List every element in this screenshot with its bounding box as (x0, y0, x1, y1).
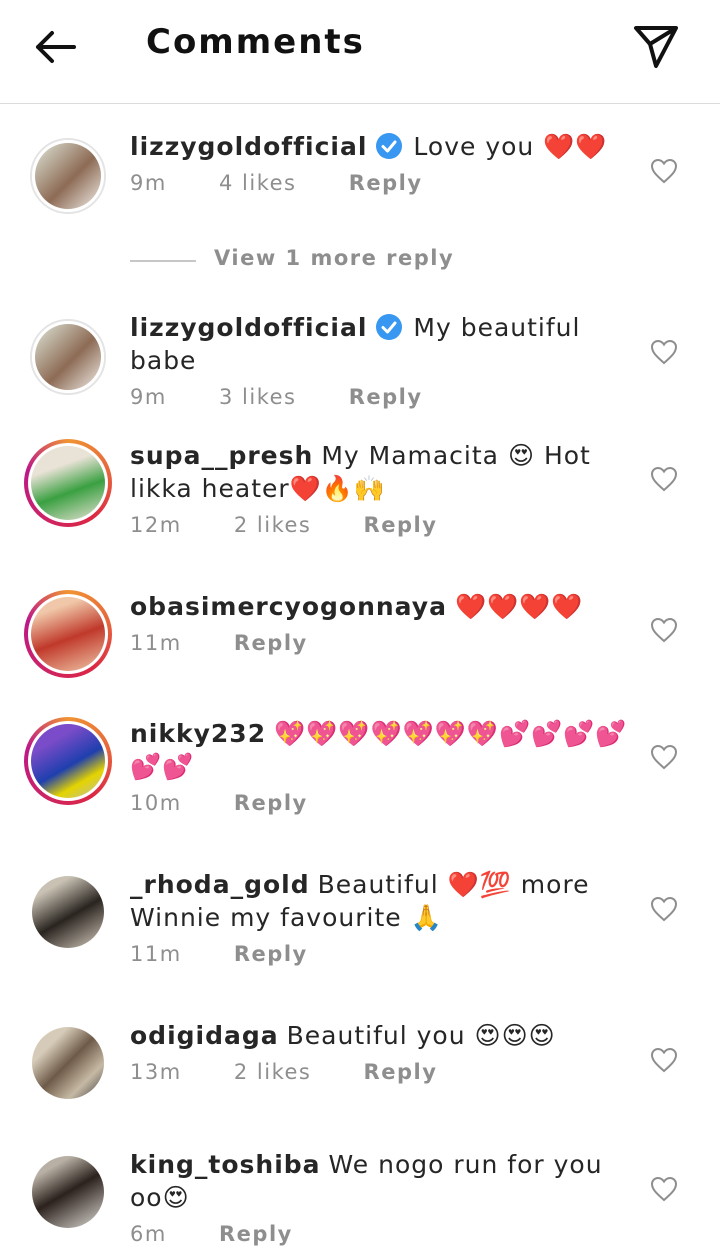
comment-time: 9m (130, 171, 167, 195)
reply-button[interactable]: Reply (349, 385, 423, 409)
username[interactable]: supa__presh (130, 441, 313, 470)
username[interactable]: odigidaga (130, 1021, 279, 1050)
avatar[interactable] (32, 1027, 104, 1099)
username[interactable]: lizzygoldofficial (130, 313, 367, 342)
reply-button[interactable]: Reply (234, 631, 308, 655)
username[interactable]: nikky232 (130, 719, 266, 748)
comment-time: 10m (130, 791, 182, 815)
like-heart-icon[interactable] (650, 158, 678, 184)
like-heart-icon[interactable] (650, 339, 678, 365)
avatar[interactable] (24, 439, 112, 527)
comment-time: 12m (130, 513, 182, 537)
avatar[interactable] (32, 876, 104, 948)
reply-button[interactable]: Reply (234, 791, 308, 815)
top-bar: Comments (0, 0, 720, 104)
avatar[interactable] (32, 1156, 104, 1228)
share-button[interactable] (628, 20, 684, 72)
username[interactable]: king_toshiba (130, 1150, 321, 1179)
reply-button[interactable]: Reply (219, 1222, 293, 1246)
view-more-replies-label: View 1 more reply (214, 246, 455, 270)
verified-badge-icon (376, 133, 403, 159)
arrow-left-icon (36, 31, 76, 63)
view-more-replies[interactable]: View 1 more reply (130, 246, 454, 270)
like-heart-icon[interactable] (650, 744, 678, 770)
divider-line (130, 259, 196, 262)
like-heart-icon[interactable] (650, 896, 678, 922)
like-heart-icon[interactable] (650, 1176, 678, 1202)
comment-time: 9m (130, 385, 167, 409)
avatar[interactable] (24, 590, 112, 678)
comment-text: Beautiful you 😍😍😍 (286, 1021, 556, 1050)
username[interactable]: lizzygoldofficial (130, 132, 367, 161)
page-title: Comments (146, 22, 365, 62)
avatar[interactable] (30, 319, 106, 395)
reply-button[interactable]: Reply (364, 1060, 438, 1084)
comment-time: 13m (130, 1060, 182, 1084)
comment-text: ❤️❤️❤️❤️ (454, 592, 584, 621)
comment-likes[interactable]: 2 likes (234, 1060, 311, 1084)
avatar[interactable] (24, 717, 112, 805)
like-heart-icon[interactable] (650, 466, 678, 492)
avatar[interactable] (30, 138, 106, 214)
paper-plane-icon (634, 26, 678, 68)
verified-badge-icon (376, 314, 403, 340)
comment-likes[interactable]: 2 likes (234, 513, 311, 537)
username[interactable]: _rhoda_gold (130, 870, 310, 899)
like-heart-icon[interactable] (650, 1047, 678, 1073)
back-button[interactable] (28, 24, 84, 70)
like-heart-icon[interactable] (650, 617, 678, 643)
comment-time: 11m (130, 942, 182, 966)
comment-likes[interactable]: 4 likes (219, 171, 296, 195)
comment-time: 6m (130, 1222, 167, 1246)
reply-button[interactable]: Reply (364, 513, 438, 537)
reply-button[interactable]: Reply (349, 171, 423, 195)
comment-text: Love you ❤️❤️ (413, 132, 608, 161)
reply-button[interactable]: Reply (234, 942, 308, 966)
username[interactable]: obasimercyogonnaya (130, 592, 447, 621)
comment-time: 11m (130, 631, 182, 655)
comment-likes[interactable]: 3 likes (219, 385, 296, 409)
